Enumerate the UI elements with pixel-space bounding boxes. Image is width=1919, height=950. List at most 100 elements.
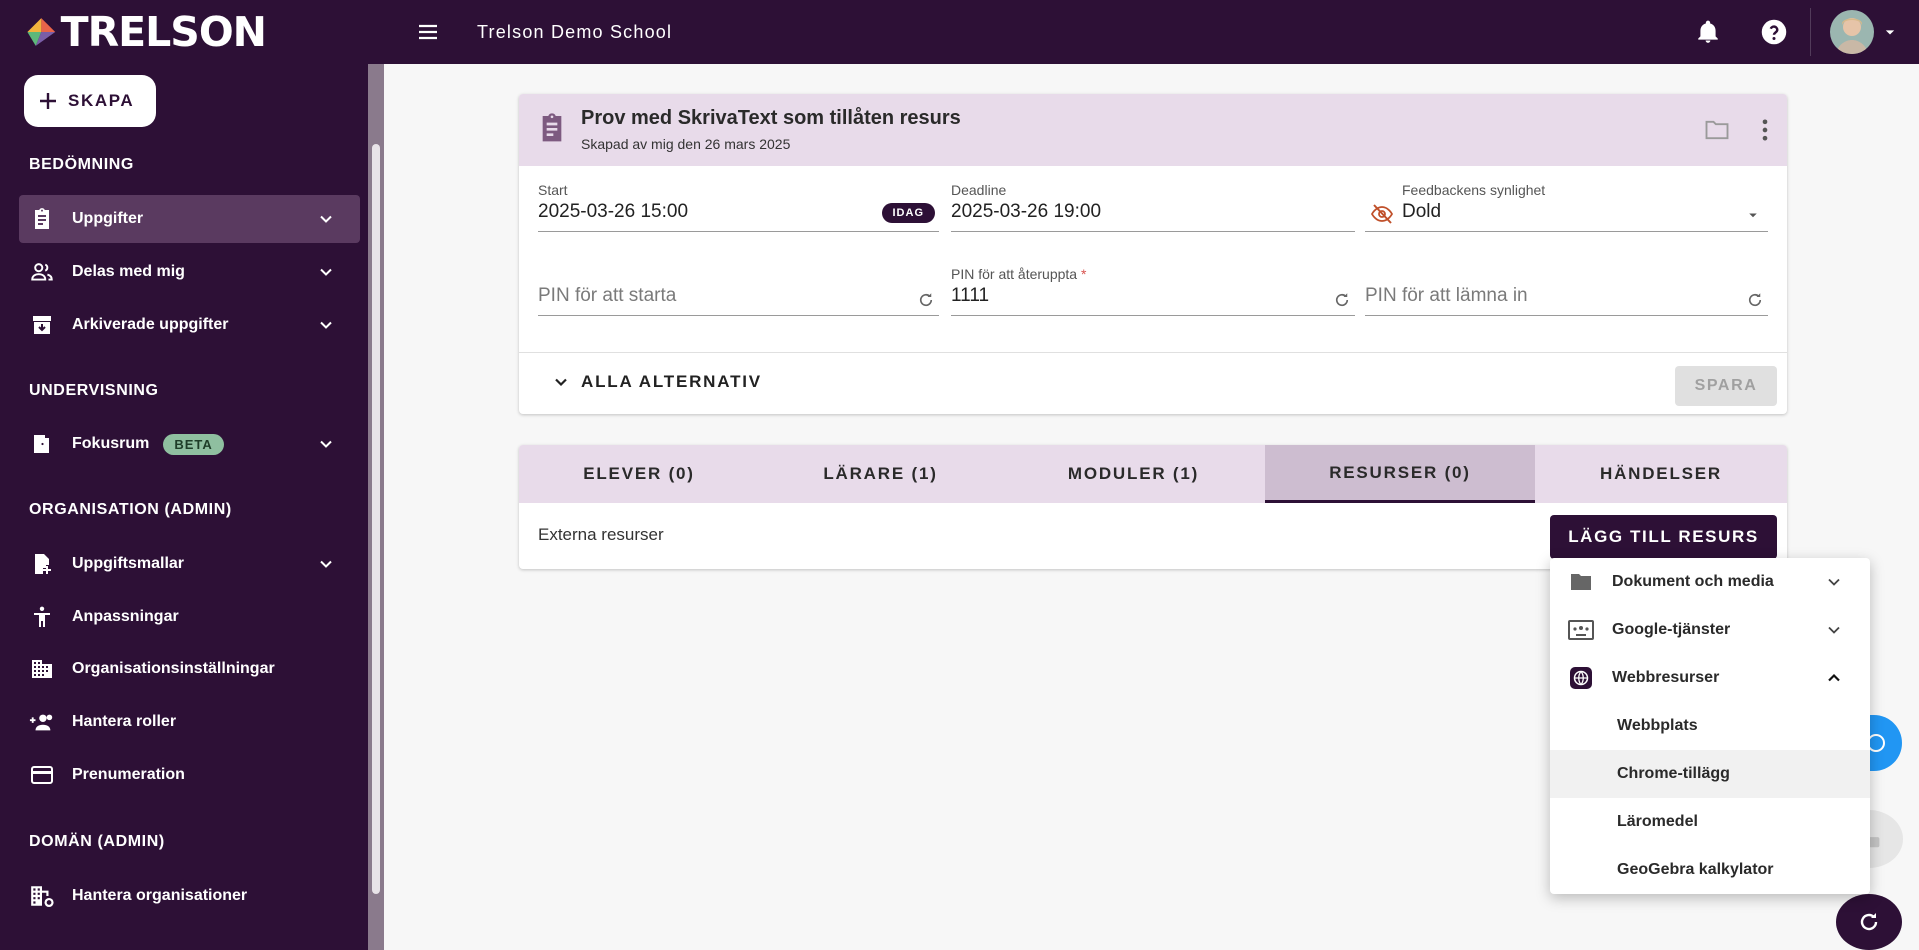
create-button-label: SKAPA [68,91,135,110]
sidebar-item-manage-roles[interactable]: Hantera roller [19,698,360,746]
building-settings-icon [29,883,55,909]
folder-icon [1571,574,1591,590]
sidebar-item-label: Delas med mig [72,263,185,280]
clipboard-icon [542,113,562,142]
menu-item-website[interactable]: Webbplats [1550,702,1870,750]
feedback-visibility-select[interactable]: Feedbackens synlighet Dold [1365,182,1768,232]
chevron-up-icon [1828,673,1840,682]
all-options-toggle[interactable]: ALLA ALTERNATIV [551,372,762,392]
credit-card-icon [29,762,55,788]
section-heading-teaching: UNDERVISNING [29,382,159,399]
sidebar-item-label: Prenumeration [72,766,185,783]
tab-modules[interactable]: MODULER (1) [1002,445,1265,503]
pin-resume-label: PIN för att återuppta * [951,266,1086,282]
hamburger-menu-button[interactable] [412,16,444,48]
people-icon [29,259,55,285]
pin-submit-field[interactable]: PIN för att lämna in [1365,266,1768,316]
sidebar-item-subscription[interactable]: Prenumeration [19,751,360,799]
create-button[interactable]: SKAPA [24,75,156,127]
chevron-down-icon[interactable] [316,434,336,454]
section-heading-domain: DOMÄN (ADMIN) [29,833,165,850]
menu-item-teaching-material[interactable]: Läromedel [1550,798,1870,846]
menu-group-label: Webbresurser [1612,669,1720,686]
chevron-down-icon [1828,626,1840,634]
sidebar-scrollbar-thumb[interactable] [372,144,380,894]
visibility-off-icon [1370,204,1394,224]
chevron-down-icon [1828,578,1840,586]
deadline-field[interactable]: Deadline 2025-03-26 19:00 [951,182,1355,232]
trelson-logo[interactable]: TRELSON [26,8,267,56]
chevron-down-icon[interactable] [316,554,336,574]
help-button[interactable] [1756,14,1792,50]
add-resource-button[interactable]: LÄGG TILL RESURS [1550,515,1777,559]
sidebar-item-label: Hantera organisationer [72,887,248,904]
assignment-card: Prov med SkrivaText som tillåten resurs … [519,94,1787,414]
menu-group-google-services[interactable]: Google-tjänster [1550,606,1870,654]
more-vert-icon[interactable] [1751,116,1779,144]
help-icon [1761,19,1787,45]
sidebar-item-label: Uppgifter [72,210,144,227]
folder-icon[interactable] [1703,116,1731,144]
school-name: Trelson Demo School [477,22,673,42]
chevron-down-icon[interactable] [316,262,336,282]
menu-group-web-resources[interactable]: Webbresurser [1550,654,1870,702]
sidebar-item-archived[interactable]: Arkiverade uppgifter [19,301,360,349]
assignment-card-header: Prov med SkrivaText som tillåten resurs … [519,94,1787,166]
beta-badge: BETA [163,433,224,455]
tab-resources[interactable]: RESURSER (0) [1265,445,1535,503]
all-options-label: ALLA ALTERNATIV [581,372,762,391]
notifications-button[interactable] [1690,14,1726,50]
sidebar-item-tasks[interactable]: Uppgifter [19,195,360,243]
tab-teachers[interactable]: LÄRARE (1) [759,445,1002,503]
sidebar-item-manage-organisations[interactable]: Hantera organisationer [19,872,360,920]
today-chip[interactable]: IDAG [881,203,935,223]
top-app-bar: TRELSON Trelson Demo School [0,0,1919,64]
archive-icon [29,312,55,338]
sidebar-item-label: Uppgiftsmallar [72,555,185,572]
deadline-value[interactable]: 2025-03-26 19:00 [951,201,1101,223]
refresh-icon[interactable] [1333,291,1351,309]
pin-resume-field[interactable]: PIN för att återuppta * 1111 [951,266,1355,316]
save-button[interactable]: SPARA [1675,366,1777,406]
start-value[interactable]: 2025-03-26 15:00 [538,201,688,223]
menu-group-documents-media[interactable]: Dokument och media [1550,558,1870,606]
refresh-icon[interactable] [917,291,935,309]
user-avatar[interactable] [1830,10,1874,54]
logo-mark-icon [27,18,56,46]
sidebar-item-organisation-settings[interactable]: Organisationsinställningar [19,645,360,693]
refresh-icon[interactable] [1746,291,1764,309]
sidebar-item-adaptations[interactable]: Anpassningar [19,593,360,641]
refresh-fab[interactable] [1836,894,1902,950]
pin-resume-label-text: PIN för att återuppta [951,266,1078,282]
top-bar-divider [1810,8,1811,56]
avatar-caret-icon[interactable] [1880,22,1900,42]
required-marker: * [1080,266,1087,282]
card-divider [519,352,1787,353]
start-field[interactable]: Start 2025-03-26 15:00 IDAG [538,182,939,232]
menu-item-chrome-extension[interactable]: Chrome-tillägg [1550,750,1870,798]
sidebar-item-shared-with-me[interactable]: Delas med mig [19,248,360,296]
pin-submit-placeholder: PIN för att lämna in [1365,285,1528,306]
menu-item-geogebra-calculator[interactable]: GeoGebra kalkylator [1550,846,1870,894]
menu-icon [419,24,437,40]
person-add-icon [29,709,55,735]
sidebar-item-label: Anpassningar [72,608,179,625]
google-classroom-icon [1568,620,1594,640]
sidebar-item-label: Arkiverade uppgifter [72,316,229,333]
external-resources-label: Externa resurser [538,525,664,544]
start-label: Start [538,182,568,198]
pin-resume-value[interactable]: 1111 [951,285,989,307]
sidebar-item-task-templates[interactable]: Uppgiftsmallar [19,540,360,588]
building-icon [29,656,55,682]
door-icon [29,431,55,457]
tab-students[interactable]: ELEVER (0) [519,445,759,503]
tab-events[interactable]: HÄNDELSER [1535,445,1787,503]
section-heading-organisation: ORGANISATION (ADMIN) [29,501,232,518]
feedback-visibility-value: Dold [1402,201,1442,222]
pin-start-field[interactable]: PIN för att starta [538,266,939,316]
chevron-down-icon[interactable] [316,209,336,229]
chevron-down-icon[interactable] [316,315,336,335]
sidebar-item-focus-room[interactable]: Fokusrum BETA [19,420,360,468]
accessibility-icon [29,604,55,630]
menu-group-label: Google-tjänster [1612,621,1731,638]
